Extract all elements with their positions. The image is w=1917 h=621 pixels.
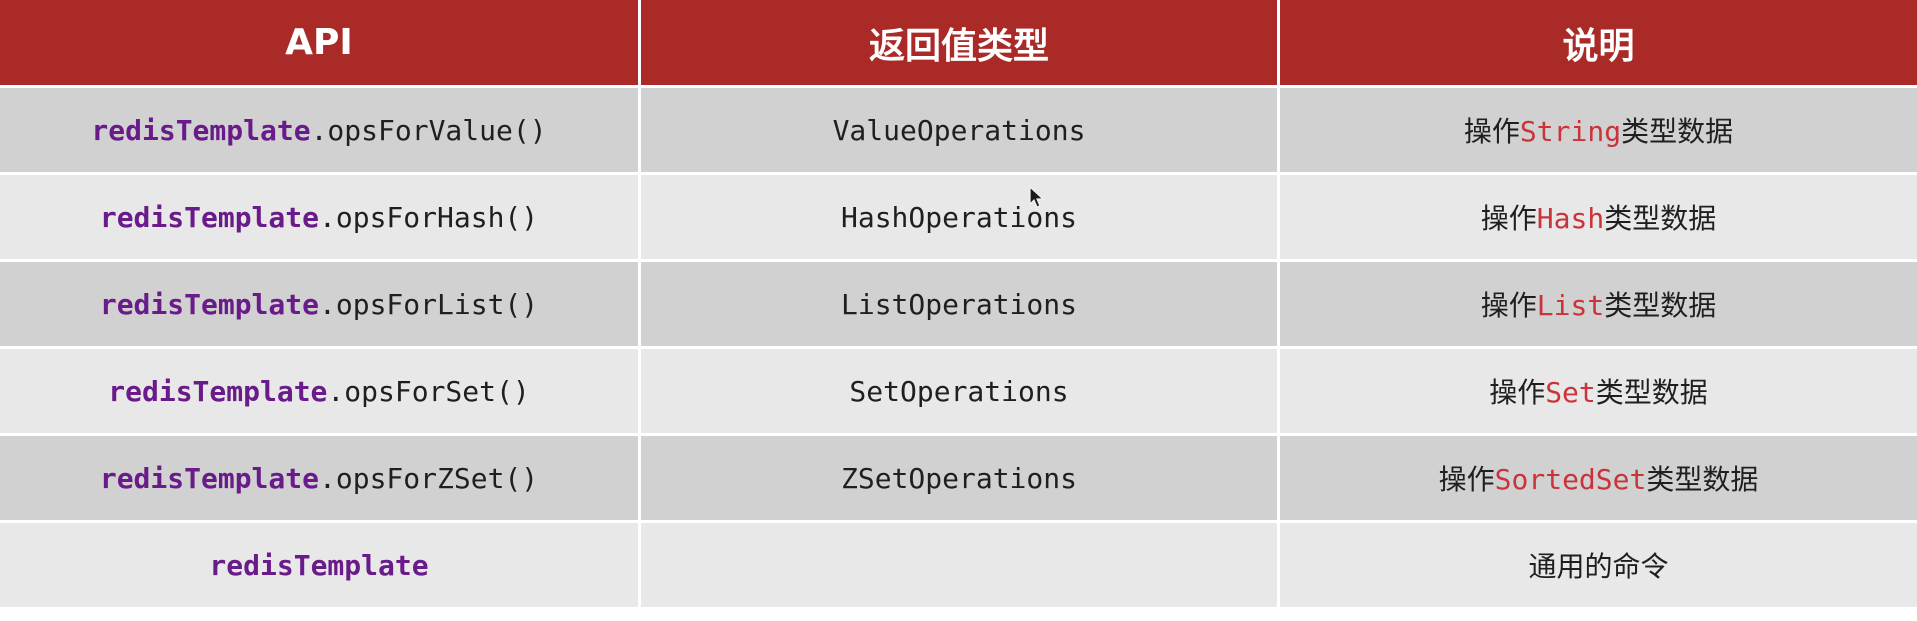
- api-method: .opsForZSet(): [319, 461, 539, 495]
- description-cell: 通用的命令: [1280, 523, 1917, 607]
- desc-prefix: 操作: [1489, 376, 1546, 409]
- desc-suffix: 类型数据: [1621, 115, 1734, 148]
- api-cell: redisTemplate.opsForZSet(): [0, 436, 638, 520]
- description-cell: 操作Hash类型数据: [1280, 175, 1917, 259]
- description-cell: 操作Set类型数据: [1280, 349, 1917, 433]
- api-cell: redisTemplate.opsForValue(): [0, 88, 638, 172]
- table-row: redisTemplate 通用的命令: [0, 523, 1917, 607]
- description-cell: 操作SortedSet类型数据: [1280, 436, 1917, 520]
- description-cell: 操作String类型数据: [1280, 88, 1917, 172]
- api-method: .opsForValue(): [310, 113, 547, 147]
- api-method: .opsForSet(): [327, 374, 530, 408]
- api-cell: redisTemplate: [0, 523, 638, 607]
- return-type-cell: ListOperations: [641, 262, 1277, 346]
- return-type-cell: ValueOperations: [641, 88, 1277, 172]
- api-object: redisTemplate: [99, 200, 319, 234]
- desc-suffix: 类型数据: [1604, 202, 1717, 235]
- desc-type: List: [1536, 289, 1605, 322]
- desc-type: Set: [1545, 376, 1596, 409]
- table-row: redisTemplate.opsForValue() ValueOperati…: [0, 88, 1917, 172]
- desc-prefix: 操作: [1438, 463, 1495, 496]
- desc-prefix: 操作: [1463, 115, 1520, 148]
- desc-type: Hash: [1536, 202, 1605, 235]
- api-method: .opsForHash(): [319, 200, 539, 234]
- return-type-cell: ZSetOperations: [641, 436, 1277, 520]
- mouse-pointer-icon: [1029, 186, 1045, 208]
- description-cell: 操作List类型数据: [1280, 262, 1917, 346]
- api-method: .opsForList(): [319, 287, 539, 321]
- table-row: redisTemplate.opsForList() ListOperation…: [0, 262, 1917, 346]
- desc-suffix: 类型数据: [1604, 289, 1717, 322]
- table-row: redisTemplate.opsForSet() SetOperations …: [0, 349, 1917, 433]
- table-row: redisTemplate.opsForZSet() ZSetOperation…: [0, 436, 1917, 520]
- return-type-cell: [641, 523, 1277, 607]
- desc-prefix: 操作: [1480, 202, 1537, 235]
- desc-prefix: 操作: [1480, 289, 1537, 322]
- desc-type: SortedSet: [1494, 463, 1647, 496]
- api-cell: redisTemplate.opsForSet(): [0, 349, 638, 433]
- api-object: redisTemplate: [209, 548, 429, 582]
- api-object: redisTemplate: [91, 113, 311, 147]
- return-type-cell: HashOperations: [641, 175, 1277, 259]
- header-return-type: 返回值类型: [641, 0, 1277, 85]
- desc-prefix: 通用的命令: [1528, 550, 1669, 583]
- api-object: redisTemplate: [99, 287, 319, 321]
- api-cell: redisTemplate.opsForHash(): [0, 175, 638, 259]
- desc-suffix: 类型数据: [1646, 463, 1759, 496]
- header-description: 说明: [1280, 0, 1917, 85]
- page: API 返回值类型 说明 redisTemplate.opsForValue()…: [0, 0, 1917, 621]
- desc-type: String: [1519, 115, 1622, 148]
- api-object: redisTemplate: [108, 374, 328, 408]
- return-type-cell: SetOperations: [641, 349, 1277, 433]
- table-row: redisTemplate.opsForHash() HashOperation…: [0, 175, 1917, 259]
- api-cell: redisTemplate.opsForList(): [0, 262, 638, 346]
- redis-api-table: API 返回值类型 说明 redisTemplate.opsForValue()…: [0, 0, 1917, 610]
- table-header-row: API 返回值类型 说明: [0, 0, 1917, 85]
- header-api: API: [0, 0, 638, 85]
- api-object: redisTemplate: [99, 461, 319, 495]
- desc-suffix: 类型数据: [1595, 376, 1708, 409]
